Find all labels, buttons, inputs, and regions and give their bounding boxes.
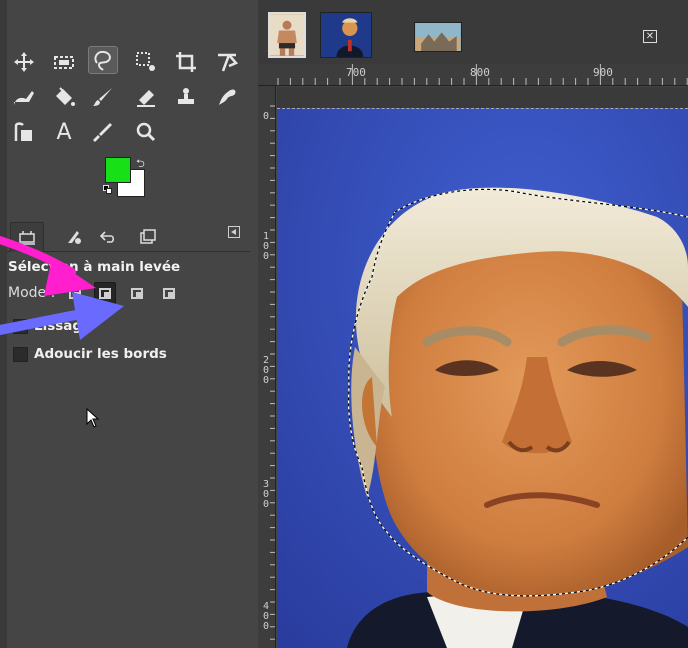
free-select-tool-icon[interactable] [88,46,118,74]
panel-menu-icon[interactable] [228,226,240,238]
tab-undo-history[interactable] [91,222,125,252]
ruler-label-300: 300 [262,479,270,510]
ruler-label-100: 100 [262,231,270,262]
ruler-label-0: 0 [262,111,270,122]
text-tool-icon[interactable]: A [49,118,79,146]
mode-label: Mode : [8,285,56,301]
layer-boundary [277,108,688,109]
color-picker-tool-icon[interactable] [88,118,118,146]
paintbrush-tool-icon[interactable] [88,83,118,111]
fuzzy-select-tool-icon[interactable] [131,48,161,76]
tab-tool-options[interactable] [10,222,44,252]
mouse-cursor-icon [86,408,100,428]
swap-colors-icon[interactable]: ⮌ [136,155,145,174]
transform-tool-icon[interactable] [212,48,242,76]
clone-tool-icon[interactable] [171,83,201,111]
tab-images[interactable] [131,222,165,252]
landscape-thumbnail-image [415,23,461,51]
mode-subtract-button[interactable] [126,282,148,304]
reset-colors-icon[interactable] [103,185,113,195]
move-tool-icon[interactable] [9,48,39,76]
ruler-label-700: 700 [346,66,366,79]
tool-options-title: Sélection à main levée [8,259,181,275]
thumb-landscape[interactable] [414,22,462,52]
ruler-label-800: 800 [470,66,490,79]
vertical-ruler[interactable]: 0 100 200 300 400 [258,86,276,648]
mode-intersect-button[interactable] [158,282,180,304]
ruler-label-400: 400 [262,601,270,632]
crop-tool-icon[interactable] [171,48,201,76]
thumb-trump[interactable] [320,12,372,58]
warp-tool-icon[interactable] [9,83,39,111]
paths-tool-icon[interactable] [9,118,39,146]
zoom-tool-icon[interactable] [131,118,161,146]
image-tabs-bar: ✕ [258,0,688,64]
feather-edges-checkbox[interactable] [13,346,28,362]
feather-edges-option[interactable]: Adoucir les bords [13,346,167,362]
smudge-tool-icon[interactable] [212,83,242,111]
antialiasing-option[interactable]: ✔ Lissage [13,318,91,334]
dock-tabs [7,218,250,252]
wrestler-thumbnail-image [270,14,304,56]
dock-edge [0,0,7,648]
horizontal-ruler[interactable]: 700 800 900 [258,64,688,86]
mode-add-button[interactable] [94,282,116,304]
ruler-label-900: 900 [593,66,613,79]
trump-thumbnail-image [321,13,371,57]
close-tab-icon[interactable]: ✕ [643,30,657,43]
tab-device-status[interactable] [57,222,91,252]
rect-select-tool-icon[interactable] [49,48,79,76]
image-canvas[interactable] [277,87,688,648]
ruler-label-200: 200 [262,355,270,386]
antialiasing-label: Lissage [34,318,92,334]
mode-replace-button[interactable] [64,282,86,304]
antialiasing-checkbox[interactable]: ✔ [13,318,28,334]
bucket-fill-tool-icon[interactable] [49,83,79,111]
selection-outline [348,188,688,597]
feather-edges-label: Adoucir les bords [34,346,167,362]
toolbox-panel: A ⮌ Sélection à main levée Mode : ✔ Liss… [0,0,250,648]
color-swatches: ⮌ [103,155,151,201]
eraser-tool-icon[interactable] [131,83,161,111]
foreground-color-swatch[interactable] [105,157,131,183]
thumb-wrestler[interactable] [268,12,306,58]
